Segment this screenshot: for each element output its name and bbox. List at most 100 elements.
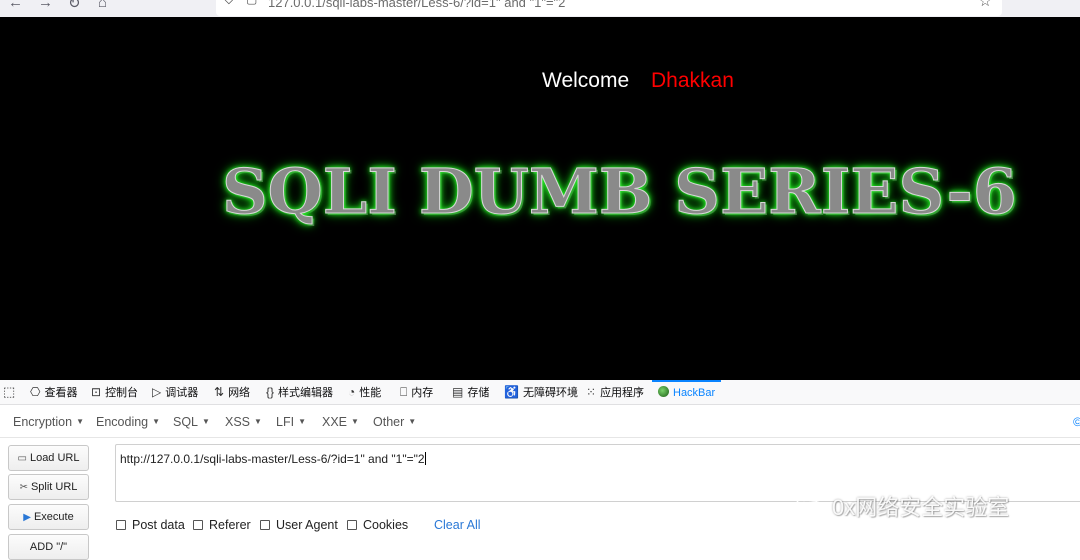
forward-arrow-icon[interactable]: → [38,0,53,11]
tab-console[interactable]: ⊡ 控制台 [91,380,138,405]
tab-label: 存储 [467,387,490,399]
inspector-icon: ⎔ [30,385,41,399]
caret-down-icon: ▼ [351,417,359,426]
tab-accessibility[interactable]: ♿ 无障碍环境 [504,380,578,405]
debugger-icon: ▷ [152,385,162,399]
tab-network[interactable]: ⇅ 网络 [214,380,250,405]
bookmark-star-icon[interactable]: ☆ [979,0,992,10]
tab-label: 控制台 [105,387,139,399]
url-textarea-value[interactable]: http://127.0.0.1/sqli-labs-master/Less-6… [120,452,426,466]
menu-label: SQL [173,415,199,429]
caret-down-icon: ▼ [298,417,306,426]
caret-down-icon: ▼ [76,417,84,426]
series-banner: SQLI DUMB SERIES-6 [221,155,1017,229]
cookies-option[interactable]: Cookies [347,518,408,532]
network-icon: ⇅ [214,385,225,399]
welcome-username: Dhakkan [651,69,734,92]
menu-xxe[interactable]: XXE ▼ [322,415,359,429]
copyright-link[interactable]: © [1073,415,1080,429]
page-info-icon[interactable]: ▢ [246,0,257,6]
button-label: Execute [33,511,74,523]
option-label: Cookies [363,518,409,532]
tab-label: 内存 [411,387,434,399]
tab-hackbar[interactable]: HackBar [652,380,722,405]
braces-icon: {} [266,385,275,399]
menu-label: Encoding [96,415,149,429]
grid-icon: ⁙ [586,385,597,399]
button-label: Load URL [29,452,80,464]
menu-sql[interactable]: SQL ▼ [173,415,210,429]
menu-label: XXE [322,415,348,429]
option-label: User Agent [276,518,338,532]
menu-other[interactable]: Other ▼ [373,415,416,429]
devtools-tab-strip: ⬚ ⎔ 查看器 ⊡ 控制台 ▷ 调试器 ⇅ 网络 {} 样式编辑器 ◔ 性能 ⎕ 内存 ▤ 存储… [0,380,1080,405]
hackbar-logo-icon [658,386,669,397]
watermark: 0x网络安全实验室 [796,490,1009,522]
add-slash-button[interactable]: ADD "/" [8,534,89,560]
option-label: Post data [132,518,185,532]
accessibility-icon: ♿ [504,385,519,399]
tab-inspector[interactable]: ⎔ 查看器 [30,380,77,405]
menu-label: Other [373,415,405,429]
tab-label: 性能 [359,387,382,399]
post-data-option[interactable]: Post data [116,518,185,532]
memory-chip-icon: ⎕ [400,385,408,399]
menu-label: Encryption [13,415,73,429]
hackbar-menu: Encryption ▼ Encoding ▼ SQL ▼ XSS ▼ LFI ▼ XXE… [0,406,1080,438]
caret-down-icon: ▼ [152,417,161,426]
element-picker-icon[interactable]: ⬚ [3,384,15,400]
referer-checkbox[interactable] [193,520,203,530]
welcome-label: Welcome [542,69,630,92]
wechat-icon [796,495,825,517]
load-url-button[interactable]: ▭ Load URL [8,445,89,471]
caret-down-icon: ▼ [254,417,262,426]
clear-all-link[interactable]: Clear All [434,518,481,532]
address-bar-url[interactable]: 127.0.0.1/sqli-labs-master/Less-6/?id=1"… [268,0,565,10]
tab-label: 网络 [228,387,251,399]
tab-label: 应用程序 [600,387,645,399]
tab-style-editor[interactable]: {} 样式编辑器 [266,380,333,405]
home-icon[interactable]: ⌂ [98,0,107,11]
post-data-checkbox[interactable] [116,520,126,530]
url-text: http://127.0.0.1/sqli-labs-master/Less-6… [120,452,425,466]
button-label: ADD "/" [29,541,68,553]
menu-label: LFI [276,415,295,429]
browser-toolbar: ← → ↻ ⌂ ⛉ ▢ 127.0.0.1/sqli-labs-master/L… [0,0,1080,17]
tab-debugger[interactable]: ▷ 调试器 [152,380,198,405]
tab-application[interactable]: ⁙ 应用程序 [586,380,644,405]
tab-label: HackBar [673,387,716,399]
referer-option[interactable]: Referer [193,518,251,532]
cookies-checkbox[interactable] [347,520,357,530]
back-arrow-icon[interactable]: ← [8,0,23,11]
tab-performance[interactable]: ◔ 性能 [348,380,381,405]
execute-button[interactable]: ▶ Execute [8,504,89,530]
menu-label: XSS [225,415,251,429]
user-agent-option[interactable]: User Agent [260,518,338,532]
split-url-button[interactable]: ✂ Split URL [8,474,89,500]
shield-icon[interactable]: ⛉ [224,0,234,8]
reload-icon[interactable]: ↻ [68,0,81,12]
address-bar[interactable]: ⛉ ▢ 127.0.0.1/sqli-labs-master/Less-6/?i… [216,0,1002,16]
tab-label: 查看器 [44,387,78,399]
caret-down-icon: ▼ [202,417,210,426]
tab-storage[interactable]: ▤ 存储 [452,380,489,405]
gauge-icon: ◔ [348,385,356,399]
tab-label: 调试器 [165,387,199,399]
option-label: Referer [209,518,251,532]
user-agent-checkbox[interactable] [260,520,270,530]
menu-xss[interactable]: XSS ▼ [225,415,262,429]
menu-encoding[interactable]: Encoding ▼ [96,415,160,429]
text-cursor [424,452,426,465]
menu-encryption[interactable]: Encryption ▼ [13,415,84,429]
watermark-text: 0x网络安全实验室 [832,495,1010,520]
load-icon: ▭ [17,452,27,464]
web-page: Welcome Dhakkan SQLI DUMB SERIES-6 [0,17,1080,380]
tab-label: 无障碍环境 [522,387,578,399]
caret-down-icon: ▼ [408,417,417,426]
play-icon: ▶ [23,511,31,523]
console-icon: ⊡ [91,385,102,399]
menu-lfi[interactable]: LFI ▼ [276,415,306,429]
scissors-icon: ✂ [19,481,28,493]
tab-memory[interactable]: ⎕ 内存 [400,380,433,405]
storage-icon: ▤ [452,385,464,399]
